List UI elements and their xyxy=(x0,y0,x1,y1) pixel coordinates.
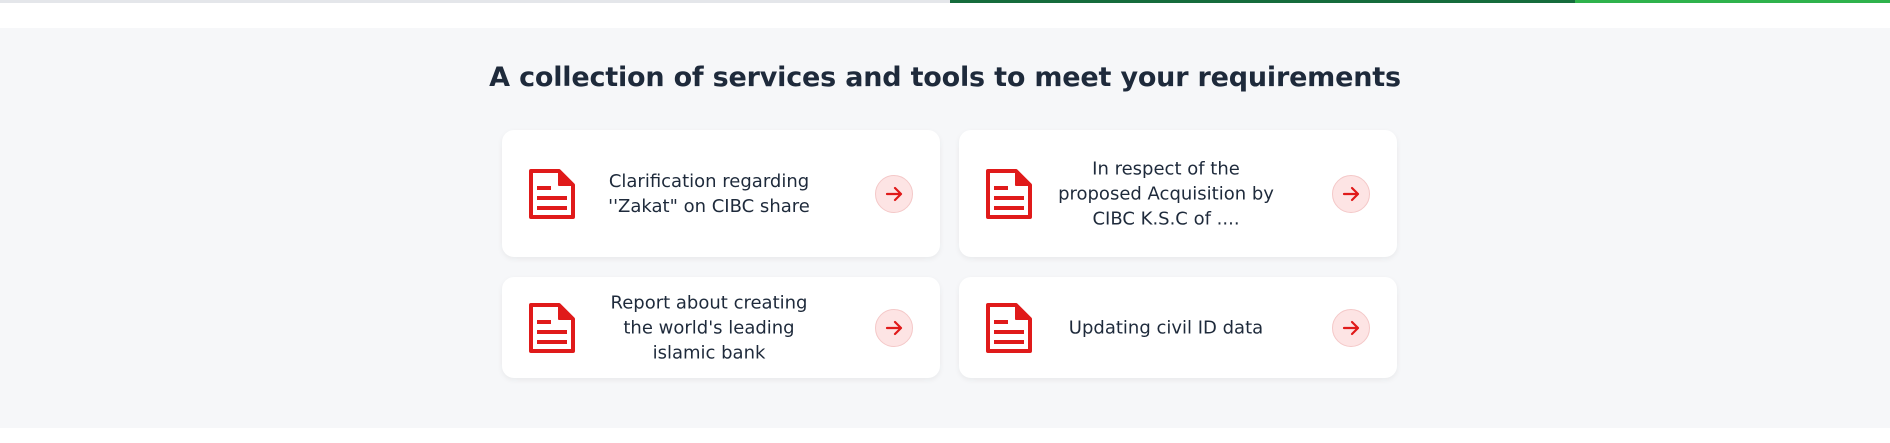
document-icon xyxy=(529,302,575,353)
service-card-label: In respect of the proposed Acquisition b… xyxy=(1058,158,1274,229)
arrow-right-button[interactable] xyxy=(1332,308,1370,347)
document-icon xyxy=(529,168,575,219)
arrow-right-icon xyxy=(1342,320,1360,335)
top-progress-bar xyxy=(0,0,1890,3)
service-card-label: Updating civil ID data xyxy=(1068,317,1264,338)
arrow-right-icon xyxy=(1342,186,1360,201)
document-icon xyxy=(986,302,1032,353)
document-icon xyxy=(986,168,1032,219)
service-card-label: Report about creating the world's leadin… xyxy=(610,292,808,363)
service-card-label: Clarification regarding ''Zakat" on CIBC… xyxy=(608,170,810,217)
progress-segment-light xyxy=(1575,0,1890,3)
progress-segment-dark xyxy=(950,0,1575,3)
service-card-islamic-bank-report[interactable]: Report about creating the world's leadin… xyxy=(502,277,940,378)
service-card-acquisition[interactable]: In respect of the proposed Acquisition b… xyxy=(959,130,1397,257)
arrow-right-icon xyxy=(885,186,903,201)
service-card-civil-id[interactable]: Updating civil ID data xyxy=(959,277,1397,378)
arrow-right-icon xyxy=(885,320,903,335)
arrow-right-button[interactable] xyxy=(875,174,913,213)
arrow-right-button[interactable] xyxy=(1332,174,1370,213)
arrow-right-button[interactable] xyxy=(875,308,913,347)
services-section: A collection of services and tools to me… xyxy=(0,28,1890,428)
section-heading: A collection of services and tools to me… xyxy=(489,62,1401,93)
service-card-zakat[interactable]: Clarification regarding ''Zakat" on CIBC… xyxy=(502,130,940,257)
